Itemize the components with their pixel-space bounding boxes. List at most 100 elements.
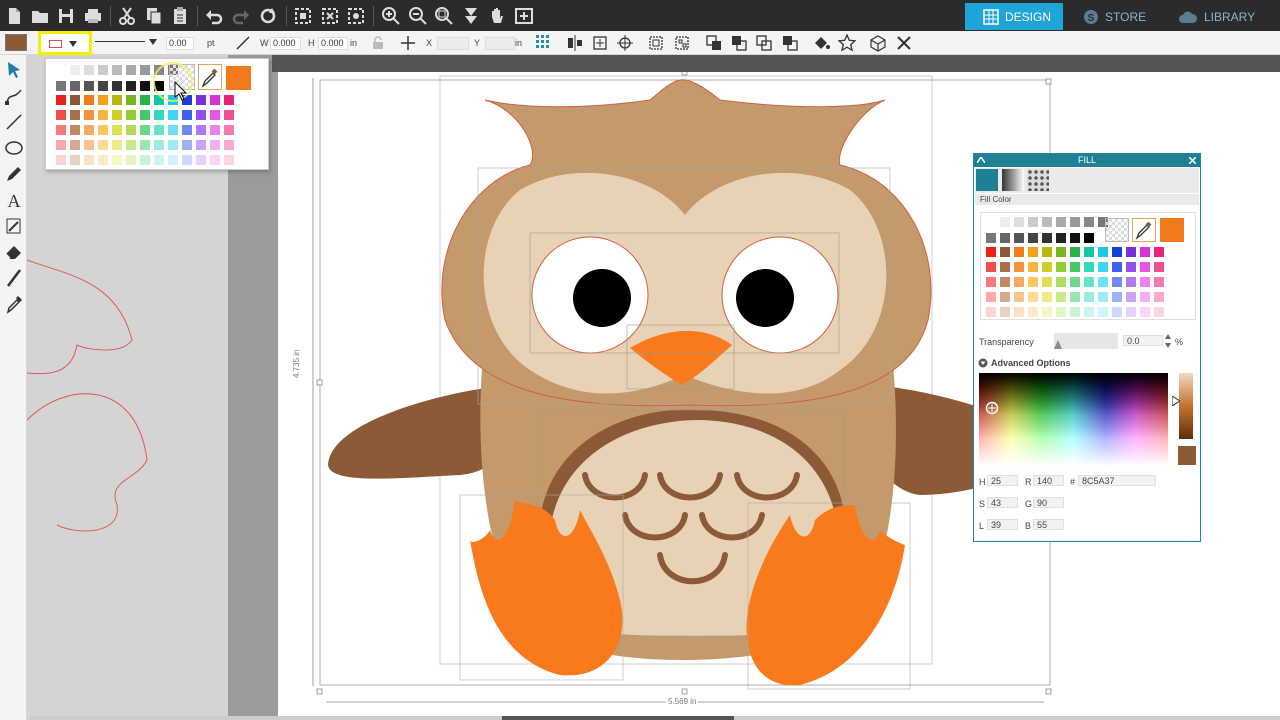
color-swatch[interactable] (1126, 307, 1136, 317)
color-swatch[interactable] (154, 155, 164, 165)
color-swatch[interactable] (126, 125, 136, 135)
color-swatch[interactable] (210, 110, 220, 120)
bring-front-icon[interactable] (706, 35, 722, 51)
line-width-input[interactable]: 0.00 (166, 37, 194, 50)
pointer-icon[interactable] (4, 60, 24, 80)
send-backward-icon[interactable] (756, 35, 772, 51)
fill-eyedropper-button[interactable] (1132, 218, 1156, 242)
cut-icon[interactable] (117, 6, 137, 26)
move-down-icon[interactable] (461, 6, 481, 26)
spinner-icon[interactable] (1165, 334, 1171, 348)
color-swatch[interactable] (986, 217, 996, 227)
color-swatch[interactable] (56, 110, 66, 120)
color-swatch[interactable] (1070, 247, 1080, 257)
color-swatch[interactable] (98, 110, 108, 120)
color-swatch[interactable] (1000, 247, 1010, 257)
color-swatch[interactable] (1084, 217, 1094, 227)
color-swatch[interactable] (1070, 233, 1080, 243)
color-swatch[interactable] (210, 95, 220, 105)
color-swatch[interactable] (112, 125, 122, 135)
color-swatch[interactable] (1000, 217, 1010, 227)
color-swatch[interactable] (1014, 233, 1024, 243)
edit-points-icon[interactable] (4, 86, 24, 106)
tab-library[interactable]: LIBRARY (1160, 3, 1280, 30)
color-swatch[interactable] (986, 247, 996, 257)
color-swatch[interactable] (1042, 307, 1052, 317)
color-swatch[interactable] (140, 110, 150, 120)
color-swatch[interactable] (56, 125, 66, 135)
color-swatch[interactable] (1084, 262, 1094, 272)
color-swatch[interactable] (70, 65, 80, 75)
color-swatch[interactable] (168, 110, 178, 120)
ungroup-icon[interactable] (674, 35, 690, 51)
color-swatch[interactable] (112, 65, 122, 75)
color-spectrum-field[interactable] (979, 373, 1168, 466)
l-input[interactable]: 39 (987, 519, 1018, 530)
r-input[interactable]: 140 (1033, 475, 1064, 486)
color-swatch[interactable] (98, 140, 108, 150)
color-swatch[interactable] (224, 125, 234, 135)
color-swatch[interactable] (1112, 277, 1122, 287)
grid-dots-icon[interactable] (535, 34, 551, 50)
color-swatch[interactable] (1140, 292, 1150, 302)
color-swatch[interactable] (1028, 262, 1038, 272)
print-icon[interactable] (83, 6, 103, 26)
color-swatch[interactable] (154, 125, 164, 135)
color-swatch[interactable] (70, 140, 80, 150)
move-icon[interactable] (400, 35, 416, 51)
draw-tool-icon[interactable] (4, 216, 24, 236)
color-swatch[interactable] (112, 140, 122, 150)
refresh-icon[interactable] (258, 6, 278, 26)
color-swatch[interactable] (986, 292, 996, 302)
collapse-icon[interactable] (977, 157, 985, 163)
color-swatch[interactable] (98, 95, 108, 105)
copy-icon[interactable] (144, 6, 164, 26)
color-swatch[interactable] (1042, 277, 1052, 287)
color-swatch[interactable] (1098, 307, 1108, 317)
color-swatch[interactable] (1042, 233, 1052, 243)
color-swatch[interactable] (1126, 292, 1136, 302)
height-input[interactable]: 0.000 (318, 37, 348, 50)
color-swatch[interactable] (1098, 247, 1108, 257)
color-swatch[interactable] (112, 155, 122, 165)
color-swatch[interactable] (1028, 307, 1038, 317)
color-swatch[interactable] (84, 110, 94, 120)
color-swatch[interactable] (84, 140, 94, 150)
gradient-fill-tab[interactable] (1002, 169, 1024, 191)
color-swatch[interactable] (224, 110, 234, 120)
color-swatch[interactable] (986, 307, 996, 317)
deselect-icon[interactable] (320, 6, 340, 26)
pan-hand-icon[interactable] (487, 6, 507, 26)
color-swatch[interactable] (70, 110, 80, 120)
color-swatch[interactable] (1014, 247, 1024, 257)
color-swatch[interactable] (1014, 307, 1024, 317)
x-position-input[interactable] (437, 37, 469, 50)
color-swatch[interactable] (1056, 277, 1066, 287)
line-tool-icon[interactable] (4, 112, 24, 132)
g-input[interactable]: 90 (1033, 497, 1064, 508)
color-swatch[interactable] (1112, 307, 1122, 317)
color-swatch[interactable] (154, 140, 164, 150)
solid-fill-tab[interactable] (976, 169, 998, 191)
color-swatch[interactable] (56, 155, 66, 165)
color-swatch[interactable] (126, 110, 136, 120)
color-swatch[interactable] (84, 95, 94, 105)
color-swatch[interactable] (140, 155, 150, 165)
brightness-thumb-icon[interactable] (1172, 396, 1180, 406)
color-swatch[interactable] (986, 233, 996, 243)
color-swatch[interactable] (1084, 307, 1094, 317)
center-icon[interactable] (592, 35, 608, 51)
color-swatch[interactable] (1056, 233, 1066, 243)
y-position-input[interactable] (485, 37, 515, 50)
color-swatch[interactable] (1056, 307, 1066, 317)
bring-forward-icon[interactable] (731, 35, 747, 51)
color-swatch[interactable] (1070, 262, 1080, 272)
color-swatch[interactable] (1084, 247, 1094, 257)
color-swatch[interactable] (1084, 233, 1094, 243)
color-swatch[interactable] (1140, 262, 1150, 272)
color-swatch[interactable] (1042, 217, 1052, 227)
color-swatch[interactable] (1154, 277, 1164, 287)
text-tool-icon[interactable]: A (4, 190, 24, 210)
color-swatch[interactable] (84, 81, 94, 91)
color-swatch[interactable] (1000, 262, 1010, 272)
